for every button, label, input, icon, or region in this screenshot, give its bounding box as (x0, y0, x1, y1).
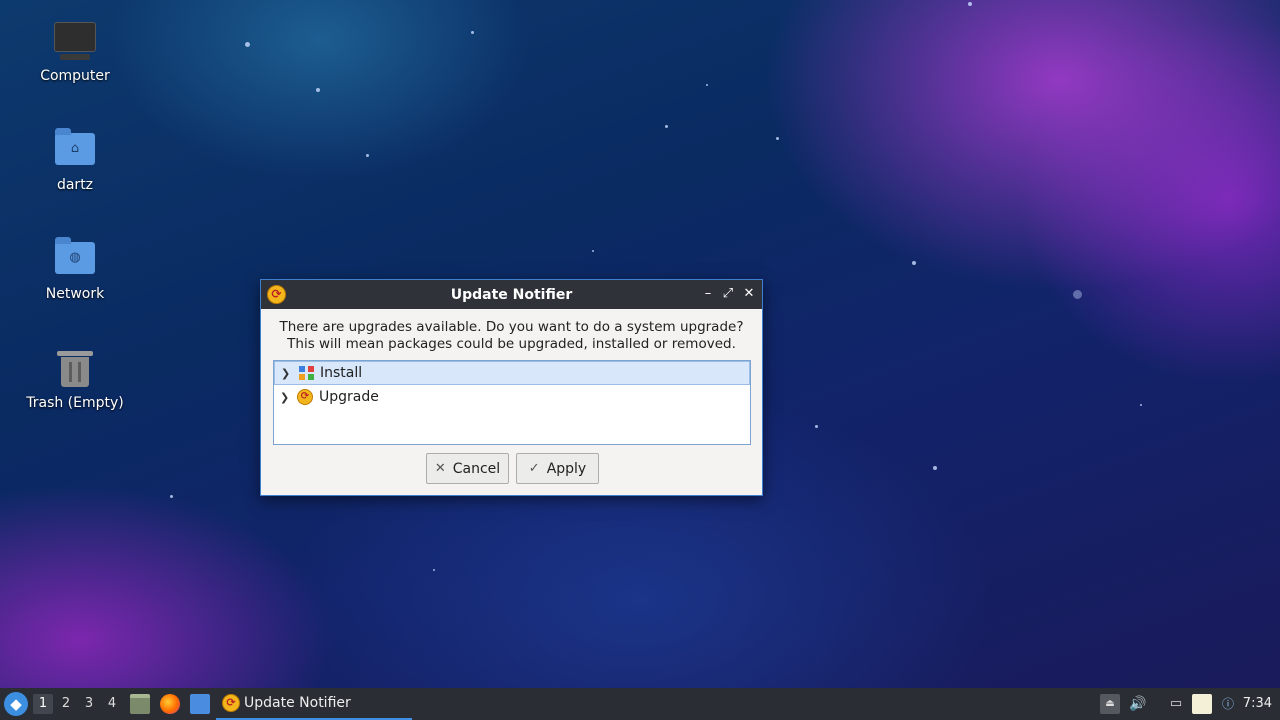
apply-button[interactable]: ✓ Apply (516, 453, 599, 484)
desktop-icon-label: Trash (Empty) (26, 395, 124, 411)
close-button[interactable]: ✕ (740, 285, 758, 303)
desktop-icon-computer[interactable]: Computer (20, 18, 130, 84)
maximize-button[interactable]: ⤢ (719, 285, 737, 303)
workspace-4[interactable]: 4 (102, 694, 122, 714)
apply-button-label: Apply (546, 460, 587, 477)
desktop-icon-label: dartz (56, 177, 94, 193)
computer-icon (53, 18, 97, 62)
eject-icon[interactable]: ⏏ (1100, 694, 1120, 714)
task-label: Update Notifier (244, 695, 351, 711)
workspace-3[interactable]: 3 (79, 694, 99, 714)
checkmark-icon: ✓ (528, 461, 540, 476)
update-notifier-icon: ⟳ (267, 285, 286, 304)
update-alert-icon[interactable]: ⓘ (1218, 694, 1238, 714)
update-notifier-icon: ⟳ (222, 694, 240, 712)
show-desktop-icon[interactable] (130, 694, 150, 714)
expand-arrow-icon[interactable]: ❯ (280, 391, 289, 404)
workspace-1[interactable]: 1 (33, 694, 53, 714)
taskbar-task-update-notifier[interactable]: ⟳ Update Notifier (216, 688, 412, 720)
update-notifier-dialog: ⟳ Update Notifier – ⤢ ✕ There are upgrad… (260, 279, 763, 496)
file-manager-icon[interactable] (190, 694, 210, 714)
cancel-icon: ✕ (434, 461, 446, 476)
trash-icon (53, 345, 97, 389)
expand-arrow-icon[interactable]: ❯ (281, 367, 290, 380)
dialog-titlebar[interactable]: ⟳ Update Notifier – ⤢ ✕ (261, 280, 762, 309)
cancel-button[interactable]: ✕ Cancel (426, 453, 509, 484)
dialog-message-line1: There are upgrades available. Do you wan… (279, 319, 744, 335)
clock[interactable]: 7:34 (1243, 688, 1272, 720)
desktop-icon-label: Network (45, 286, 105, 302)
desktop-icon-home[interactable]: ⌂ dartz (20, 127, 130, 193)
cancel-button-label: Cancel (452, 460, 501, 477)
volume-icon[interactable]: 🔊 (1128, 694, 1148, 714)
home-folder-icon: ⌂ (53, 127, 97, 171)
desktop-icon-trash[interactable]: Trash (Empty) (20, 345, 130, 411)
network-monitor-icon[interactable]: ▭ (1166, 694, 1186, 714)
firefox-icon[interactable] (160, 694, 180, 714)
tree-row-install[interactable]: ❯ Install (274, 361, 750, 385)
clipboard-icon[interactable] (1192, 694, 1212, 714)
tree-row-upgrade[interactable]: ❯ ⟳ Upgrade (274, 385, 750, 409)
desktop-icon-label: Computer (40, 68, 110, 84)
install-icon (298, 365, 314, 381)
desktop-icon-network[interactable]: ◍ Network (20, 236, 130, 302)
dialog-title: Update Notifier (450, 286, 573, 303)
upgrade-icon: ⟳ (297, 389, 313, 405)
network-folder-icon: ◍ (53, 236, 97, 280)
start-menu-icon[interactable]: ◆ (4, 692, 28, 716)
package-tree[interactable]: ❯ Install ❯ ⟳ Upgrade (273, 360, 751, 445)
minimize-button[interactable]: – (699, 285, 717, 303)
taskbar: ◆ 1 2 3 4 ⟳ Update Notifier ⏏ 🔊 ▭ ⓘ 7:34 (0, 688, 1280, 720)
tree-row-label: Install (320, 365, 363, 381)
workspace-2[interactable]: 2 (56, 694, 76, 714)
dialog-message-line2: This will mean packages could be upgrade… (287, 336, 736, 352)
tree-row-label: Upgrade (319, 389, 379, 405)
dialog-message: There are upgrades available. Do you wan… (261, 319, 762, 353)
